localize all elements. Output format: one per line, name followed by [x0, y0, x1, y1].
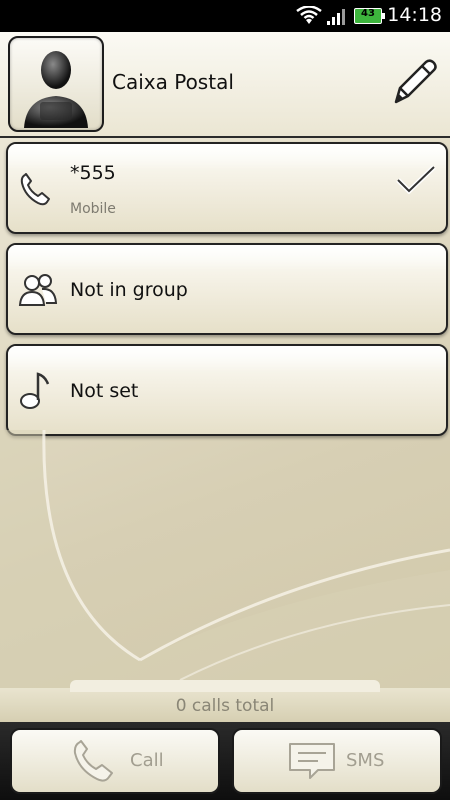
battery-level: 43: [361, 8, 375, 19]
call-label: Call: [130, 750, 164, 771]
battery-icon: 43: [354, 8, 385, 24]
ringtone-row[interactable]: Not set: [6, 344, 448, 436]
status-time: 14:18: [387, 4, 442, 26]
wifi-icon: [296, 6, 322, 24]
status-bar: 43 14:18: [0, 0, 450, 32]
group-icon: [18, 274, 58, 306]
ringtone-label: Not set: [70, 380, 139, 402]
avatar[interactable]: [8, 36, 104, 132]
group-row[interactable]: Not in group: [6, 243, 448, 335]
background-swoosh: [0, 430, 450, 688]
music-note-icon: [20, 372, 50, 409]
signal-icon: [327, 9, 345, 25]
sms-button[interactable]: SMS: [232, 728, 442, 794]
calls-tab: [70, 680, 380, 692]
phone-type: Mobile: [70, 201, 116, 217]
phone-icon: [20, 173, 50, 206]
group-label: Not in group: [70, 279, 188, 301]
check-icon: [396, 165, 436, 194]
action-footer: Call SMS: [0, 722, 450, 800]
sms-label: SMS: [346, 750, 385, 771]
contact-header: Caixa Postal: [0, 32, 450, 138]
calls-history-bar[interactable]: 0 calls total: [0, 680, 450, 722]
person-silhouette-icon: [24, 51, 88, 128]
phone-icon: [73, 740, 113, 782]
contact-name: Caixa Postal: [112, 70, 234, 94]
pencil-icon[interactable]: [386, 54, 442, 110]
phone-number: *555: [70, 162, 116, 184]
message-icon: [289, 743, 335, 779]
call-button[interactable]: Call: [10, 728, 220, 794]
calls-total: 0 calls total: [175, 696, 275, 716]
phone-number-row[interactable]: *555 Mobile: [6, 142, 448, 234]
